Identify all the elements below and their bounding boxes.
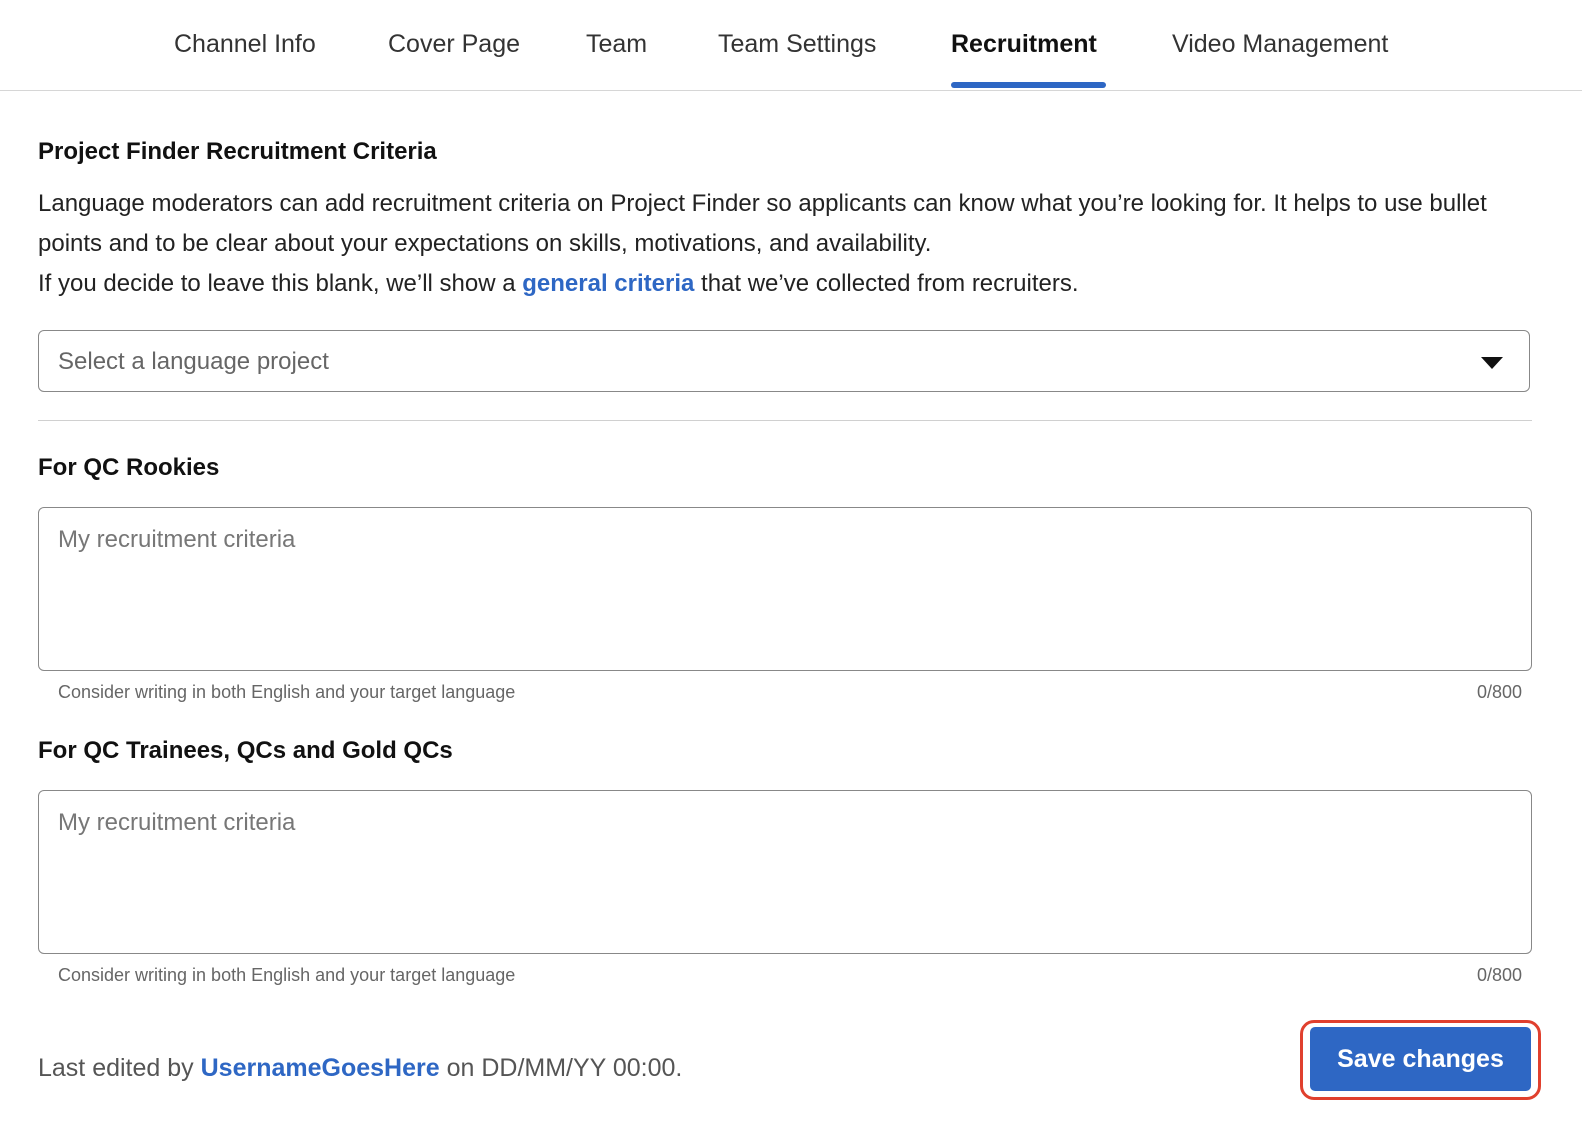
tab-team-settings[interactable]: Team Settings xyxy=(718,30,876,59)
trainees-hint: Consider writing in both English and you… xyxy=(58,965,516,985)
language-project-select[interactable]: Select a language project xyxy=(38,330,1530,392)
editor-username-link[interactable]: UsernameGoesHere xyxy=(201,1054,440,1082)
last-edited-prefix: Last edited by xyxy=(38,1054,201,1082)
language-select-placeholder: Select a language project xyxy=(58,348,329,375)
trainees-criteria-textarea[interactable] xyxy=(38,790,1532,954)
section-title: Project Finder Recruitment Criteria xyxy=(38,138,437,165)
tab-video-management[interactable]: Video Management xyxy=(1172,30,1388,59)
description-suffix: that we’ve collected from recruiters. xyxy=(694,270,1079,297)
save-changes-button[interactable]: Save changes xyxy=(1310,1027,1531,1091)
trainees-char-count: 0/800 xyxy=(1476,965,1522,985)
tab-team[interactable]: Team xyxy=(586,30,647,59)
description-line-2: If you decide to leave this blank, we’ll… xyxy=(38,264,1538,304)
trainees-title: For QC Trainees, QCs and Gold QCs xyxy=(38,737,453,764)
tab-channel-info[interactable]: Channel Info xyxy=(174,30,316,59)
general-criteria-link[interactable]: general criteria xyxy=(522,270,694,297)
description-line-1: Language moderators can add recruitment … xyxy=(38,190,1487,257)
last-edited-info: Last edited by UsernameGoesHere on DD/MM… xyxy=(38,1054,682,1083)
caret-down-icon xyxy=(1481,357,1503,369)
rookies-char-count: 0/800 xyxy=(1476,682,1522,702)
tab-bar: Channel Info Cover Page Team Team Settin… xyxy=(0,0,1582,91)
tab-recruitment[interactable]: Recruitment xyxy=(951,30,1097,59)
section-description: Language moderators can add recruitment … xyxy=(38,184,1538,304)
rookies-criteria-textarea[interactable] xyxy=(38,507,1532,671)
tab-cover-page[interactable]: Cover Page xyxy=(388,30,520,59)
active-tab-indicator xyxy=(951,82,1106,88)
last-edited-suffix: on DD/MM/YY 00:00. xyxy=(439,1054,683,1082)
rookies-hint: Consider writing in both English and you… xyxy=(58,682,516,702)
divider xyxy=(38,420,1532,421)
description-prefix: If you decide to leave this blank, we’ll… xyxy=(38,270,523,297)
rookies-title: For QC Rookies xyxy=(38,454,220,481)
